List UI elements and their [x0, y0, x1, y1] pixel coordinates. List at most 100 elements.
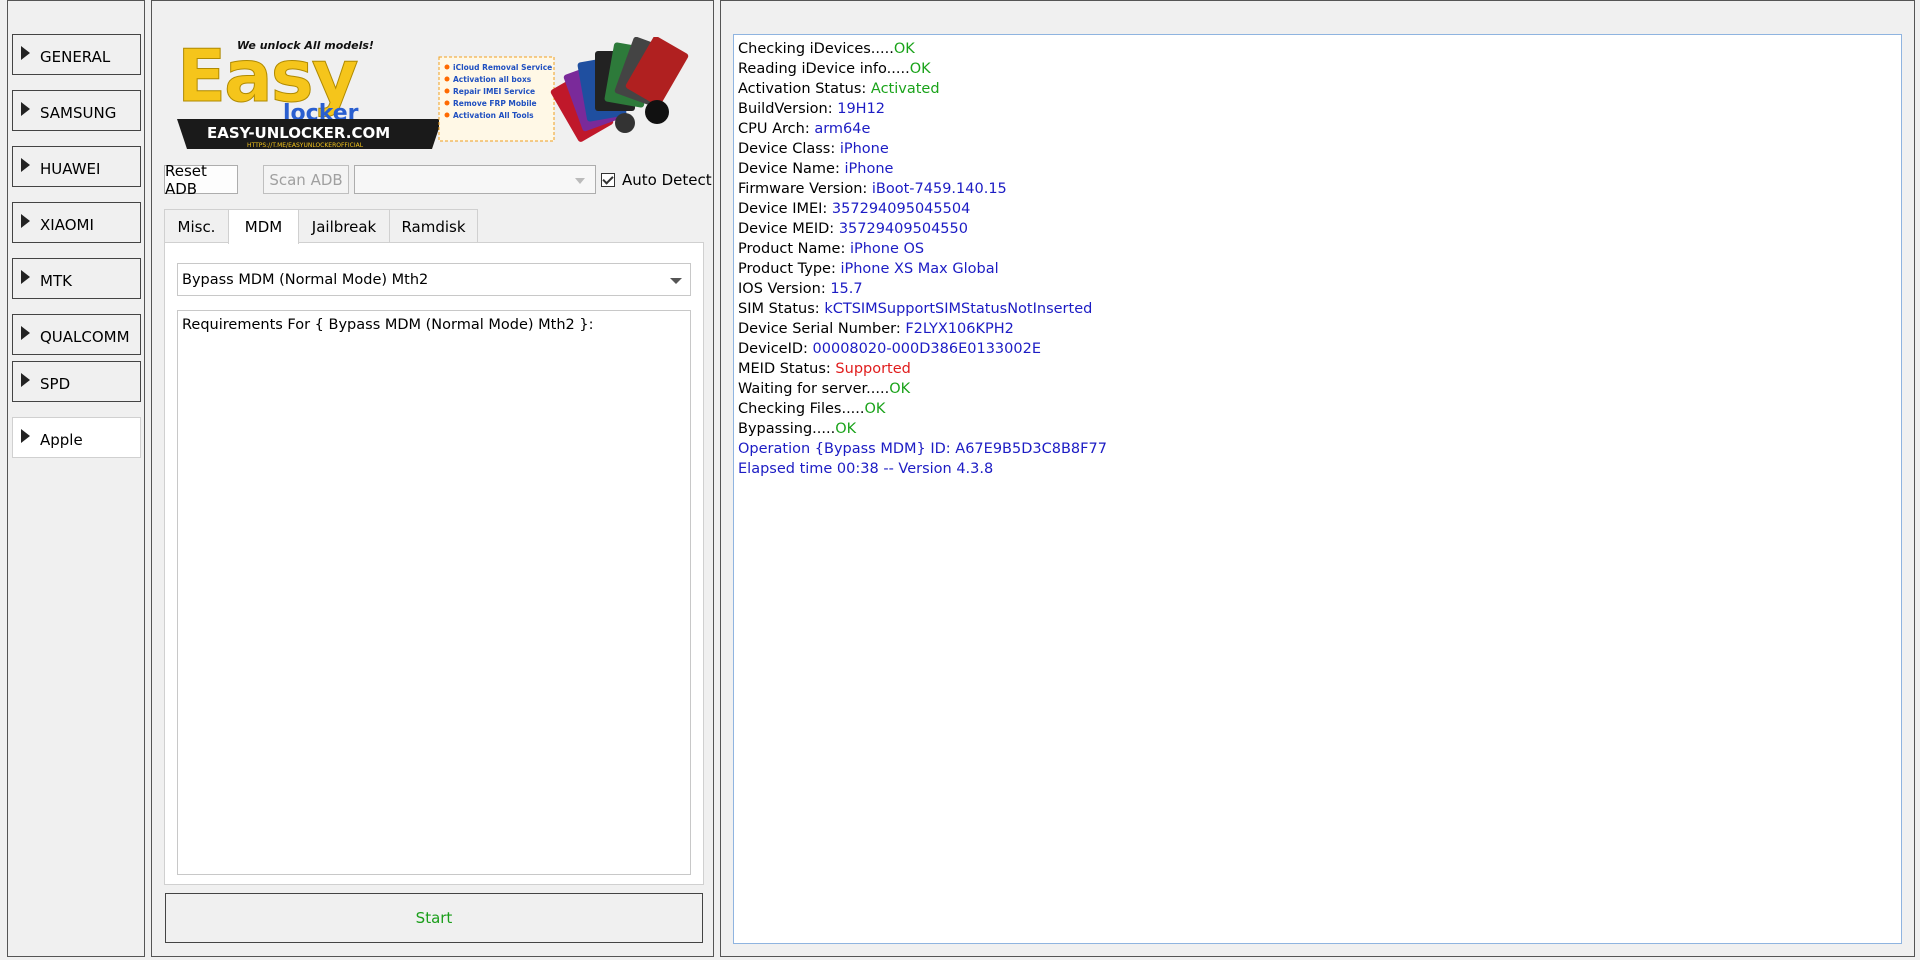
log-line: Product Name: iPhone OS	[738, 239, 1897, 259]
sidebar-item-label: HUAWEI	[40, 159, 101, 178]
log-output[interactable]: Checking iDevices.....OK Reading iDevice …	[733, 34, 1902, 944]
expand-arrow-icon	[21, 101, 30, 116]
reset-adb-button[interactable]: Reset ADB	[164, 162, 238, 198]
requirements-textbox[interactable]: Requirements For { Bypass MDM (Normal Mo…	[177, 310, 691, 875]
logo-site: EASY-UNLOCKER.COM	[207, 124, 390, 142]
tab-ramdisk[interactable]: Ramdisk	[389, 209, 478, 243]
auto-detect-label: Auto Detect	[622, 171, 712, 189]
log-label: Product Name:	[738, 241, 850, 257]
log-value: iPhone OS	[849, 241, 925, 257]
start-button[interactable]: Start	[165, 893, 703, 943]
sidebar-item-samsung[interactable]: SAMSUNG	[12, 90, 141, 131]
log-label: Checking iDevices.....	[738, 41, 894, 57]
service-item: Remove FRP Mobile	[453, 99, 537, 108]
log-value: Supported	[835, 361, 911, 377]
log-value: iBoot-7459.140.15	[871, 181, 1007, 197]
log-line: Checking Files.....OK	[738, 399, 1897, 419]
log-label: Device MEID:	[738, 221, 839, 237]
service-item: Repair IMEI Service	[453, 87, 535, 96]
log-label: DeviceID:	[738, 341, 813, 357]
sidebar-item-spd[interactable]: SPD	[12, 361, 141, 402]
log-label: Device Serial Number:	[738, 321, 906, 337]
mdm-method-value: Bypass MDM (Normal Mode) Mth2	[182, 271, 429, 288]
sidebar-item-label: Apple	[40, 430, 83, 449]
log-line: DeviceID: 00008020-000D386E0133002E	[738, 339, 1897, 359]
chevron-down-icon	[575, 178, 585, 184]
logo-url: HTTPS://T.ME/EASYUNLOCKEROFFICIAL	[247, 142, 364, 149]
log-label: Activation Status:	[738, 81, 871, 97]
log-label: SIM Status:	[738, 301, 825, 317]
easy-unlocker-banner: Easy locker We unlock All models! EASY-U…	[177, 37, 689, 149]
log-label: Device Name:	[738, 161, 845, 177]
log-line: Checking iDevices.....OK	[738, 39, 1897, 59]
service-item: Activation All Tools	[453, 111, 534, 120]
log-label: Firmware Version:	[738, 181, 872, 197]
log-line: Firmware Version: iBoot-7459.140.15	[738, 179, 1897, 199]
log-panel: Checking iDevices.....OK Reading iDevice …	[720, 0, 1915, 957]
sidebar-item-xiaomi[interactable]: XIAOMI	[12, 202, 141, 243]
log-label: Bypassing.....	[738, 421, 836, 437]
sidebar-item-label: SAMSUNG	[40, 103, 117, 122]
service-item: Activation all boxs	[453, 75, 532, 84]
mdm-tab-content: Bypass MDM (Normal Mode) Mth2 Requiremen…	[164, 242, 704, 885]
log-line: Device MEID: 35729409504550	[738, 219, 1897, 239]
log-line: MEID Status: Supported	[738, 359, 1897, 379]
sidebar-item-label: GENERAL	[40, 47, 111, 66]
sidebar-item-label: SPD	[40, 374, 71, 393]
port-select[interactable]	[354, 165, 596, 194]
expand-arrow-icon	[21, 45, 30, 60]
log-label: MEID Status:	[738, 361, 836, 377]
log-line: Device Class: iPhone	[738, 139, 1897, 159]
log-label: Checking Files.....	[738, 401, 865, 417]
log-value: iPhone	[844, 161, 894, 177]
tab-misc[interactable]: Misc.	[164, 209, 229, 243]
requirements-text: Requirements For { Bypass MDM (Normal Mo…	[182, 317, 594, 333]
log-label: Device Class:	[738, 141, 840, 157]
service-item: iCloud Removal Service	[453, 63, 552, 72]
sidebar-item-mtk[interactable]: MTK	[12, 258, 141, 299]
log-value: Operation {Bypass MDM} ID: A67E9B5D3C8B8…	[738, 441, 1107, 457]
mdm-method-select[interactable]: Bypass MDM (Normal Mode) Mth2	[177, 263, 691, 296]
sidebar-item-apple[interactable]: Apple	[12, 417, 141, 458]
log-value: kCTSIMSupportSIMStatusNotInserted	[824, 301, 1093, 317]
expand-arrow-icon	[21, 213, 30, 228]
sidebar-item-qualcomm[interactable]: QUALCOMM	[12, 314, 141, 355]
scan-adb-button[interactable]: Scan ADB	[263, 165, 349, 194]
log-line: Device Serial Number: F2LYX106KPH2	[738, 319, 1897, 339]
product-cards-image	[550, 37, 689, 142]
sidebar-item-general[interactable]: GENERAL	[12, 34, 141, 75]
log-label: Waiting for server.....	[738, 381, 890, 397]
tab-bar: Misc. MDM Jailbreak Ramdisk	[164, 209, 478, 244]
log-value: arm64e	[814, 121, 871, 137]
sidebar-item-label: QUALCOMM	[40, 327, 130, 346]
sidebar-item-huawei[interactable]: HUAWEI	[12, 146, 141, 187]
log-line: Elapsed time 00:38 -- Version 4.3.8	[738, 459, 1897, 479]
logo-tagline: We unlock All models!	[237, 39, 374, 52]
log-value: F2LYX106KPH2	[905, 321, 1014, 337]
log-value: 357294095045504	[831, 201, 971, 217]
log-value: iPhone XS Max Global	[840, 261, 999, 277]
log-line: Waiting for server.....OK	[738, 379, 1897, 399]
auto-detect-checkbox[interactable]: Auto Detect	[601, 171, 712, 189]
expand-arrow-icon	[21, 428, 30, 443]
expand-arrow-icon	[21, 325, 30, 340]
log-line: Reading iDevice info.....OK	[738, 59, 1897, 79]
log-line: Bypassing.....OK	[738, 419, 1897, 439]
log-line: Device Name: iPhone	[738, 159, 1897, 179]
log-value: OK	[889, 381, 911, 397]
log-label: CPU Arch:	[738, 121, 815, 137]
log-value: Elapsed time 00:38 -- Version 4.3.8	[738, 461, 994, 477]
log-line: Operation {Bypass MDM} ID: A67E9B5D3C8B8…	[738, 439, 1897, 459]
log-line: SIM Status: kCTSIMSupportSIMStatusNotIns…	[738, 299, 1897, 319]
log-line: CPU Arch: arm64e	[738, 119, 1897, 139]
log-line: BuildVersion: 19H12	[738, 99, 1897, 119]
checkbox-checked-icon[interactable]	[601, 173, 615, 187]
tab-mdm[interactable]: MDM	[228, 209, 299, 244]
log-value: 19H12	[837, 101, 886, 117]
log-value: OK	[893, 41, 915, 57]
expand-arrow-icon	[21, 269, 30, 284]
log-label: Product Type:	[738, 261, 841, 277]
tab-jailbreak[interactable]: Jailbreak	[298, 209, 390, 243]
operations-panel: Easy locker We unlock All models! EASY-U…	[151, 0, 714, 957]
sidebar-item-label: XIAOMI	[40, 215, 94, 234]
